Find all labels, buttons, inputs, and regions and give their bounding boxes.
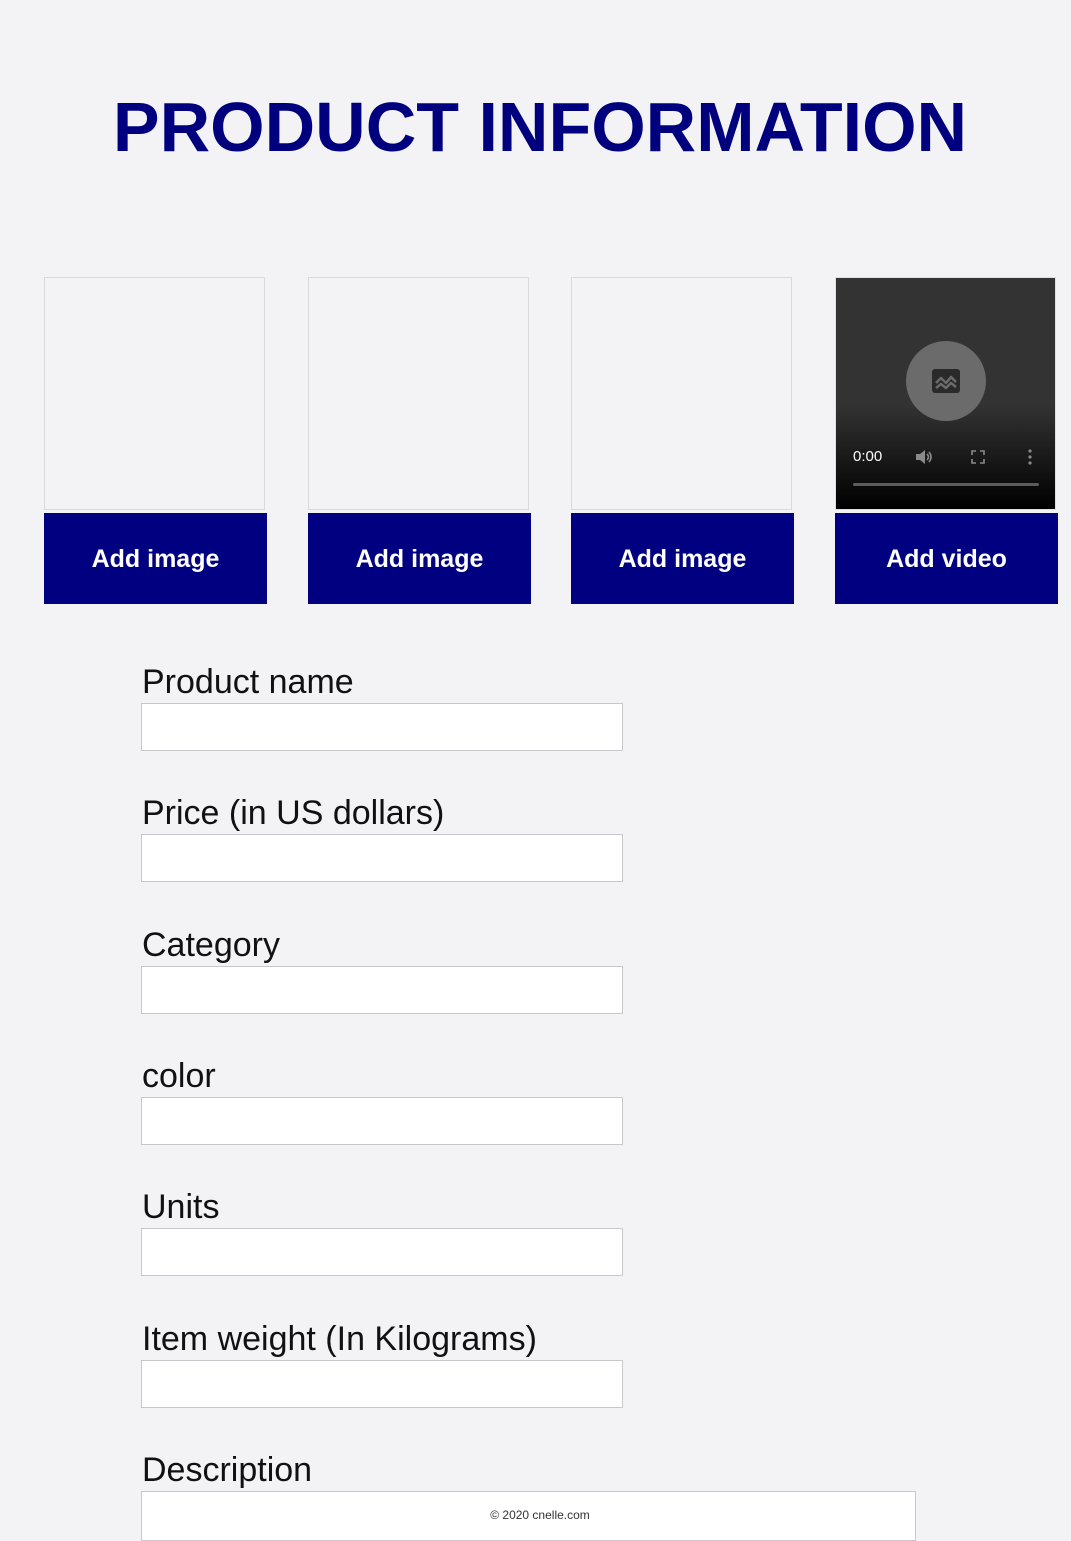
product-name-label: Product name (142, 663, 354, 701)
description-label: Description (142, 1451, 313, 1489)
footer-copyright: © 2020 cnelle.com (490, 1508, 590, 1522)
more-options-icon[interactable] (1020, 448, 1040, 466)
broken-image-icon (906, 341, 986, 421)
add-video-button[interactable]: Add video (835, 513, 1058, 604)
item-weight-label: Item weight (In Kilograms) (142, 1320, 537, 1358)
color-label: color (142, 1057, 216, 1095)
video-player[interactable]: 0:00 (835, 277, 1056, 510)
price-label: Price (in US dollars) (142, 794, 445, 832)
category-label: Category (142, 926, 280, 964)
add-image-button-2[interactable]: Add image (308, 513, 531, 604)
fullscreen-icon[interactable] (968, 448, 988, 466)
page-title: PRODUCT INFORMATION (112, 88, 968, 166)
image-preview-2 (308, 277, 529, 510)
volume-icon[interactable] (914, 448, 934, 466)
image-preview-3 (571, 277, 792, 510)
add-image-button-1[interactable]: Add image (44, 513, 267, 604)
color-input[interactable] (141, 1097, 623, 1145)
price-input[interactable] (141, 834, 623, 882)
category-input[interactable] (141, 966, 623, 1014)
add-image-button-3[interactable]: Add image (571, 513, 794, 604)
units-input[interactable] (141, 1228, 623, 1276)
video-time: 0:00 (853, 448, 883, 465)
units-label: Units (142, 1188, 220, 1226)
product-name-input[interactable] (141, 703, 623, 751)
video-progress-bar[interactable] (853, 483, 1039, 486)
image-preview-1 (44, 277, 265, 510)
item-weight-input[interactable] (141, 1360, 623, 1408)
